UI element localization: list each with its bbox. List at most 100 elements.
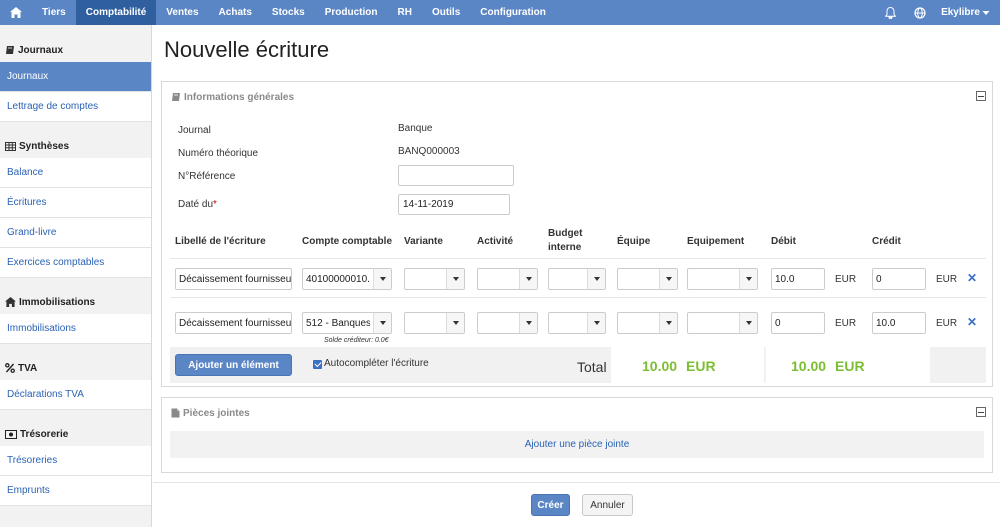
chevron-down-icon [739, 313, 757, 333]
sidebar: Journaux Journaux Lettrage de comptes Sy… [0, 25, 152, 527]
chevron-down-icon [739, 269, 757, 289]
row-2-compte-select[interactable]: 512 - Banques [302, 312, 392, 334]
row-2-activite-select[interactable] [477, 312, 538, 334]
total-debit-value: 10.00 [642, 358, 678, 374]
header-equipement: Equipement [687, 236, 745, 247]
row-2-equipe-select[interactable] [617, 312, 678, 334]
row-2-variante-select[interactable] [404, 312, 465, 334]
nav-ventes[interactable]: Ventes [156, 0, 208, 25]
date-input[interactable] [398, 194, 510, 215]
money-icon [5, 429, 17, 439]
sidebar-section-tva: TVA [0, 356, 151, 380]
row-divider [170, 297, 986, 298]
chevron-down-icon [519, 269, 537, 289]
row-1-compte-select[interactable]: 40100000010. [302, 268, 392, 290]
header-equipe: Équipe [617, 236, 651, 247]
attachments-panel: Pièces jointes Ajouter une pièce jointe [161, 397, 993, 473]
sidebar-item-immobilisations[interactable]: Immobilisations [0, 314, 151, 344]
add-attachment-link[interactable]: Ajouter une pièce jointe [170, 431, 984, 458]
row-1-budget-select[interactable] [548, 268, 606, 290]
chevron-down-icon [587, 269, 605, 289]
row-1-credit-input[interactable]: 0 [872, 268, 926, 290]
row-1-equipement-select[interactable] [687, 268, 758, 290]
header-budget: Budget interne [548, 228, 583, 253]
reference-label: N°Référence [178, 171, 236, 182]
row-2-libelle-input[interactable]: Décaissement fournisseur [175, 312, 292, 334]
home-button[interactable] [0, 0, 32, 25]
row-divider [170, 258, 986, 259]
sidebar-section-syntheses: Synthèses [0, 134, 151, 158]
row-1-equipe-select[interactable] [617, 268, 678, 290]
reference-input[interactable] [398, 165, 514, 186]
book-icon [172, 93, 180, 101]
total-credit-value: 10.00 [791, 358, 827, 374]
sidebar-section-journaux: Journaux [0, 38, 151, 62]
collapse-attachments-button[interactable] [976, 407, 986, 417]
row-1-debit-input[interactable]: 10.0 [771, 268, 825, 290]
nav-tiers[interactable]: Tiers [32, 0, 76, 25]
row-2-debit-input[interactable]: 0 [771, 312, 825, 334]
nav-stocks[interactable]: Stocks [262, 0, 315, 25]
sidebar-item-emprunts[interactable]: Emprunts [0, 476, 151, 506]
row-1-variante-select[interactable] [404, 268, 465, 290]
sidebar-item-journaux[interactable]: Journaux [0, 62, 151, 92]
total-credit-currency: EUR [835, 358, 865, 374]
row-2-credit-input[interactable]: 10.0 [872, 312, 926, 334]
row-2-credit-currency: EUR [936, 318, 958, 329]
sidebar-item-balance[interactable]: Balance [0, 158, 151, 188]
header-compte: Compte comptable [302, 236, 393, 247]
form-actions-bar: Créer Annuler [153, 482, 1000, 527]
numero-theorique-label: Numéro théorique [178, 148, 259, 159]
collapse-general-button[interactable] [976, 91, 986, 101]
top-navbar: Tiers Comptabilité Ventes Achats Stocks … [0, 0, 1000, 25]
row-1-activite-select[interactable] [477, 268, 538, 290]
numero-theorique-value: BANQ000003 [398, 146, 460, 157]
sidebar-item-exercices[interactable]: Exercices comptables [0, 248, 151, 278]
nav-comptabilite[interactable]: Comptabilité [75, 0, 157, 25]
sidebar-item-tresoreries[interactable]: Trésoreries [0, 446, 151, 476]
chevron-down-icon [587, 313, 605, 333]
document-icon [171, 408, 180, 418]
row-2-equipement-select[interactable] [687, 312, 758, 334]
user-menu[interactable]: Ekylibre [935, 0, 1000, 25]
sidebar-section-tresorerie: Trésorerie [0, 422, 151, 446]
journal-label: Journal [178, 125, 211, 136]
notifications-button[interactable] [875, 0, 905, 25]
header-libelle: Libellé de l'écriture [175, 236, 266, 247]
row-1-debit-currency: EUR [835, 274, 857, 285]
sidebar-item-lettrage[interactable]: Lettrage de comptes [0, 92, 151, 122]
row-2-delete-icon[interactable]: ✕ [967, 315, 977, 329]
nav-outils[interactable]: Outils [422, 0, 470, 25]
cancel-button[interactable]: Annuler [582, 494, 633, 516]
create-button[interactable]: Créer [531, 494, 570, 516]
chevron-down-icon [659, 269, 677, 289]
nav-configuration[interactable]: Configuration [470, 0, 556, 25]
sidebar-item-ecritures[interactable]: Écritures [0, 188, 151, 218]
percent-icon [5, 363, 15, 373]
total-label: Total [577, 359, 607, 375]
general-info-header: Informations générales [162, 82, 992, 112]
add-element-button[interactable]: Ajouter un élément [175, 354, 292, 376]
book-icon [6, 46, 14, 54]
row-2-budget-select[interactable] [548, 312, 606, 334]
row-1-delete-icon[interactable]: ✕ [967, 271, 977, 285]
row-2-debit-currency: EUR [835, 318, 857, 329]
header-credit: Crédit [872, 236, 901, 247]
page-title: Nouvelle écriture [164, 37, 330, 62]
sidebar-section-immobilisations: Immobilisations [0, 290, 151, 314]
chevron-down-icon [519, 313, 537, 333]
globe-icon [914, 6, 926, 19]
row-1-libelle-input[interactable]: Décaissement fournisseur [175, 268, 292, 290]
table-icon [5, 141, 16, 151]
language-button[interactable] [905, 0, 935, 25]
sidebar-item-declarations-tva[interactable]: Déclarations TVA [0, 380, 151, 410]
chevron-down-icon [373, 313, 391, 333]
nav-rh[interactable]: RH [387, 0, 421, 25]
nav-achats[interactable]: Achats [209, 0, 262, 25]
row-2-solde-note: Solde créditeur: 0.0€ [324, 337, 389, 344]
chevron-down-icon [659, 313, 677, 333]
nav-production[interactable]: Production [315, 0, 388, 25]
sidebar-item-grand-livre[interactable]: Grand-livre [0, 218, 151, 248]
autocomplete-checkbox[interactable] [313, 360, 322, 369]
row-1-compte-value: 40100000010. [306, 274, 370, 285]
